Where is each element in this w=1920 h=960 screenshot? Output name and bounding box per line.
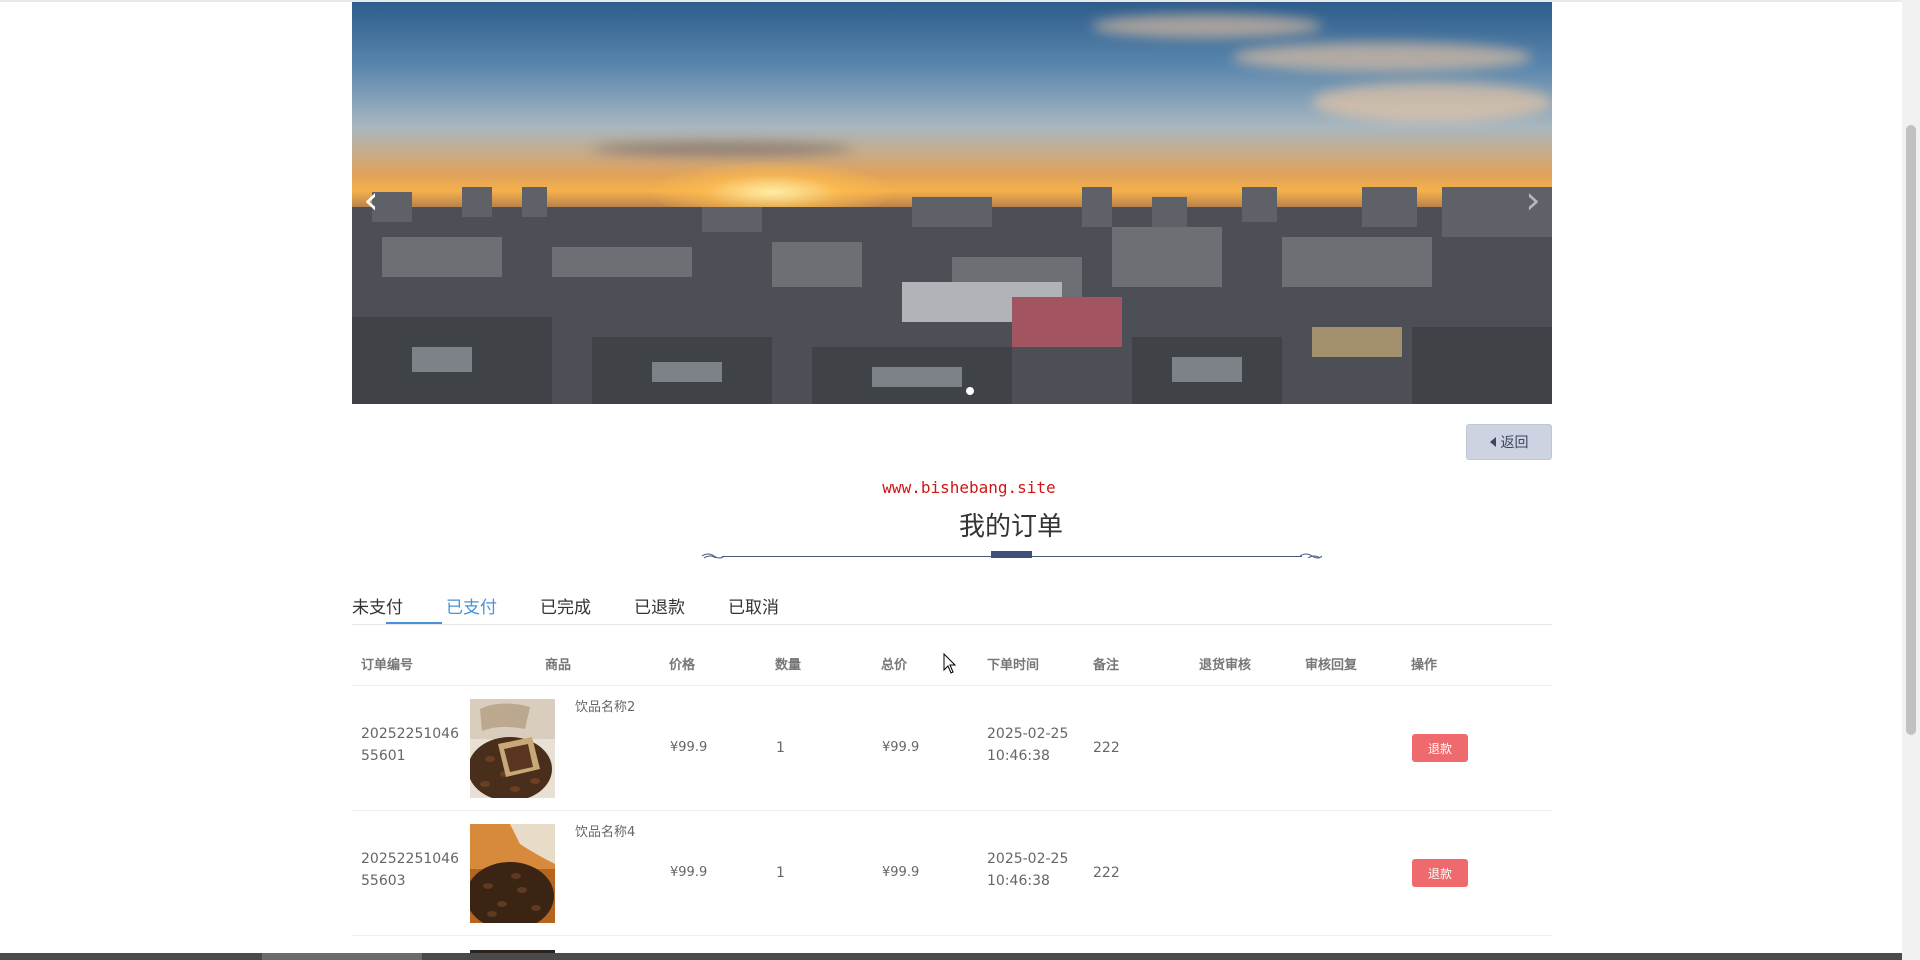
back-button-label: 返回 bbox=[1500, 435, 1529, 451]
table-row: 2025225104655603 饮品名称4 ¥99.9 1 ¥99.9 202… bbox=[352, 811, 1552, 936]
banner-cloud bbox=[1092, 14, 1322, 38]
banner-cloud bbox=[592, 142, 852, 156]
caret-left-icon bbox=[1489, 437, 1496, 447]
column-header-order-time: 下单时间 bbox=[987, 658, 1040, 673]
title-divider bbox=[700, 548, 1324, 562]
column-header-total: 总价 bbox=[881, 658, 908, 673]
tab-paid[interactable]: 已支付 bbox=[446, 593, 497, 618]
banner-cloud bbox=[1312, 82, 1552, 122]
orders-table: 订单编号 商品 价格 数量 总价 下单时间 备注 退货审核 审核回复 操作 20… bbox=[352, 640, 1552, 936]
banner-cloud bbox=[1232, 42, 1532, 72]
column-header-qty: 数量 bbox=[775, 658, 802, 673]
column-header-review-reply: 审核回复 bbox=[1305, 658, 1358, 673]
tab-completed[interactable]: 已完成 bbox=[540, 593, 591, 618]
divider-right-flourish-icon bbox=[1300, 553, 1323, 559]
taskbar-segment bbox=[262, 953, 422, 960]
order-total: ¥99.9 bbox=[882, 740, 920, 755]
page: ‹ › 返回 www.bishebang.site 我的订单 未支付 已支付 已… bbox=[0, 0, 1920, 960]
refund-button[interactable]: 退款 bbox=[1412, 734, 1468, 762]
order-number: 2025225104655603 bbox=[361, 851, 459, 889]
page-scrollbar[interactable] bbox=[1902, 0, 1920, 960]
column-header-product: 商品 bbox=[545, 658, 572, 673]
column-header-actions: 操作 bbox=[1411, 658, 1438, 673]
back-button[interactable]: 返回 bbox=[1466, 424, 1552, 460]
product-quantity: 1 bbox=[776, 740, 785, 756]
product-quantity: 1 bbox=[776, 865, 785, 881]
tab-active-indicator bbox=[386, 622, 442, 624]
divider-center-block bbox=[991, 551, 1032, 558]
table-row: 2025225104655601 饮品名称2 ¥99.9 1 ¥99.9 202… bbox=[352, 686, 1552, 811]
tab-unpaid[interactable]: 未支付 bbox=[352, 593, 403, 618]
refund-button[interactable]: 退款 bbox=[1412, 859, 1468, 887]
column-header-remark: 备注 bbox=[1093, 658, 1120, 673]
order-time: 2025-02-25 10:46:38 bbox=[987, 851, 1069, 889]
carousel-prev-icon[interactable]: ‹ bbox=[356, 180, 386, 220]
tab-refunded[interactable]: 已退款 bbox=[634, 593, 685, 618]
product-price: ¥99.9 bbox=[670, 740, 708, 755]
product-price: ¥99.9 bbox=[670, 865, 708, 880]
divider-left-flourish-icon bbox=[701, 553, 724, 559]
scrollbar-thumb[interactable] bbox=[1906, 125, 1916, 735]
order-time: 2025-02-25 10:46:38 bbox=[987, 726, 1069, 764]
order-total: ¥99.9 bbox=[882, 865, 920, 880]
product-image[interactable] bbox=[470, 824, 555, 923]
page-title: 我的订单 bbox=[958, 512, 1063, 542]
carousel-dot-indicator[interactable] bbox=[966, 387, 974, 395]
order-remark: 222 bbox=[1093, 740, 1120, 756]
column-header-price: 价格 bbox=[669, 658, 696, 673]
taskbar-strip bbox=[0, 953, 1902, 960]
product-name[interactable]: 饮品名称4 bbox=[575, 822, 635, 844]
banner-carousel[interactable]: ‹ › bbox=[352, 2, 1552, 404]
product-image[interactable] bbox=[470, 699, 555, 798]
column-header-return-review: 退货审核 bbox=[1199, 658, 1252, 673]
banner-cityscape bbox=[352, 187, 1552, 404]
product-name[interactable]: 饮品名称2 bbox=[575, 697, 635, 719]
site-watermark: www.bishebang.site bbox=[882, 478, 1056, 497]
column-header-order-no: 订单编号 bbox=[361, 658, 414, 673]
mouse-cursor-icon bbox=[943, 653, 957, 674]
tab-cancelled[interactable]: 已取消 bbox=[728, 593, 779, 618]
order-number: 2025225104655601 bbox=[361, 726, 459, 764]
order-status-tabs: 未支付 已支付 已完成 已退款 已取消 bbox=[352, 589, 1552, 625]
carousel-next-icon[interactable]: › bbox=[1518, 180, 1548, 220]
order-remark: 222 bbox=[1093, 865, 1120, 881]
